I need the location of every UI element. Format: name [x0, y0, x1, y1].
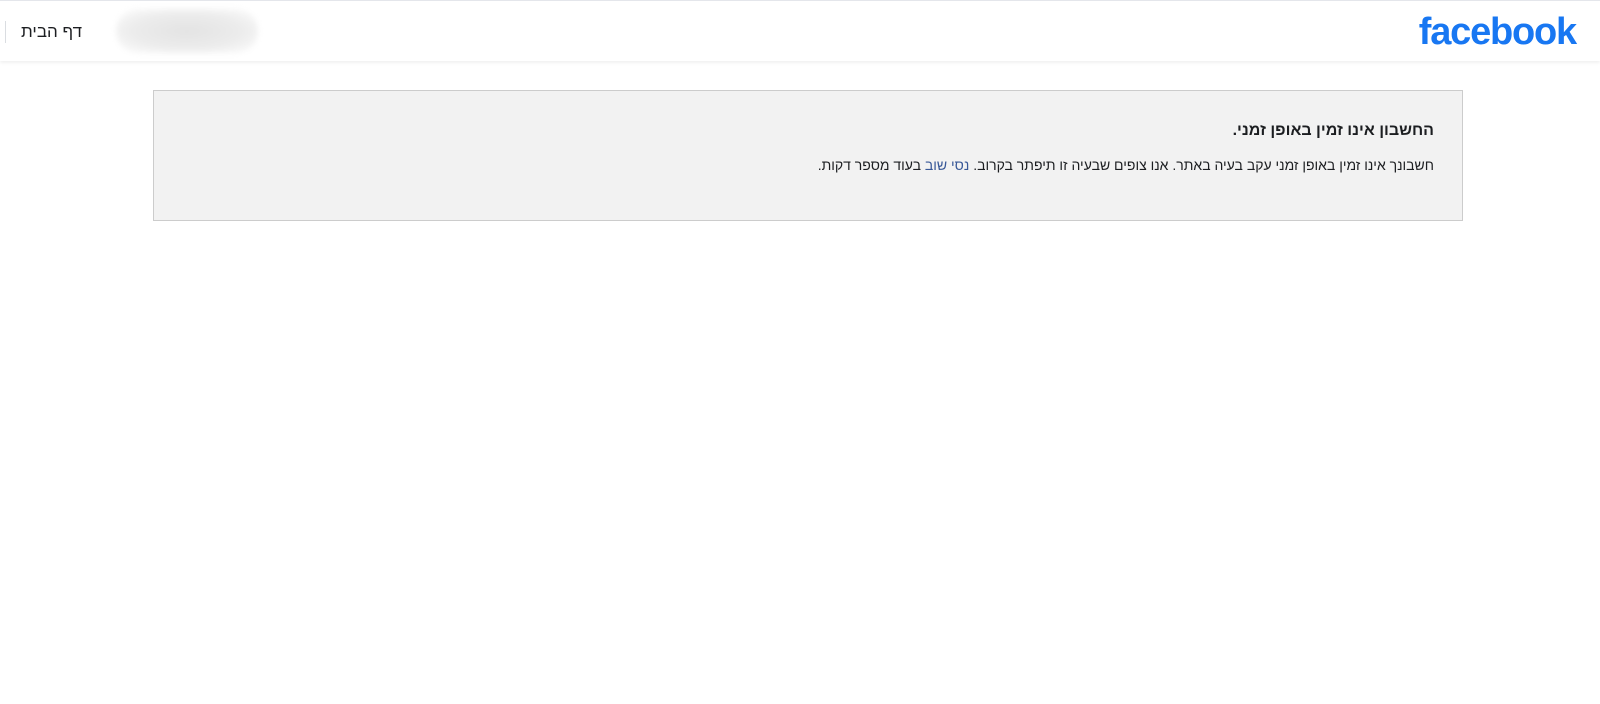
notice-message-suffix: בעוד מספר דקות.: [817, 157, 922, 173]
notice-title: החשבון אינו זמין באופן זמני.: [1232, 122, 1434, 139]
notice-message-text: חשבונך אינו זמין באופן זמני עקב בעיה באת…: [973, 157, 1434, 173]
facebook-logo[interactable]: facebook: [1419, 8, 1577, 56]
account-unavailable-notice: החשבון אינו זמין באופן זמני. חשבונך אינו…: [153, 90, 1463, 221]
notice-message: חשבונך אינו זמין באופן זמני עקב בעיה באת…: [182, 155, 1434, 175]
top-navigation-bar: facebook דף הבית: [0, 0, 1600, 61]
home-link[interactable]: דף הבית: [21, 21, 82, 43]
retry-link[interactable]: נסי שוב: [925, 157, 969, 173]
blurred-profile-avatar[interactable]: [116, 9, 258, 53]
header-divider: [5, 21, 6, 43]
